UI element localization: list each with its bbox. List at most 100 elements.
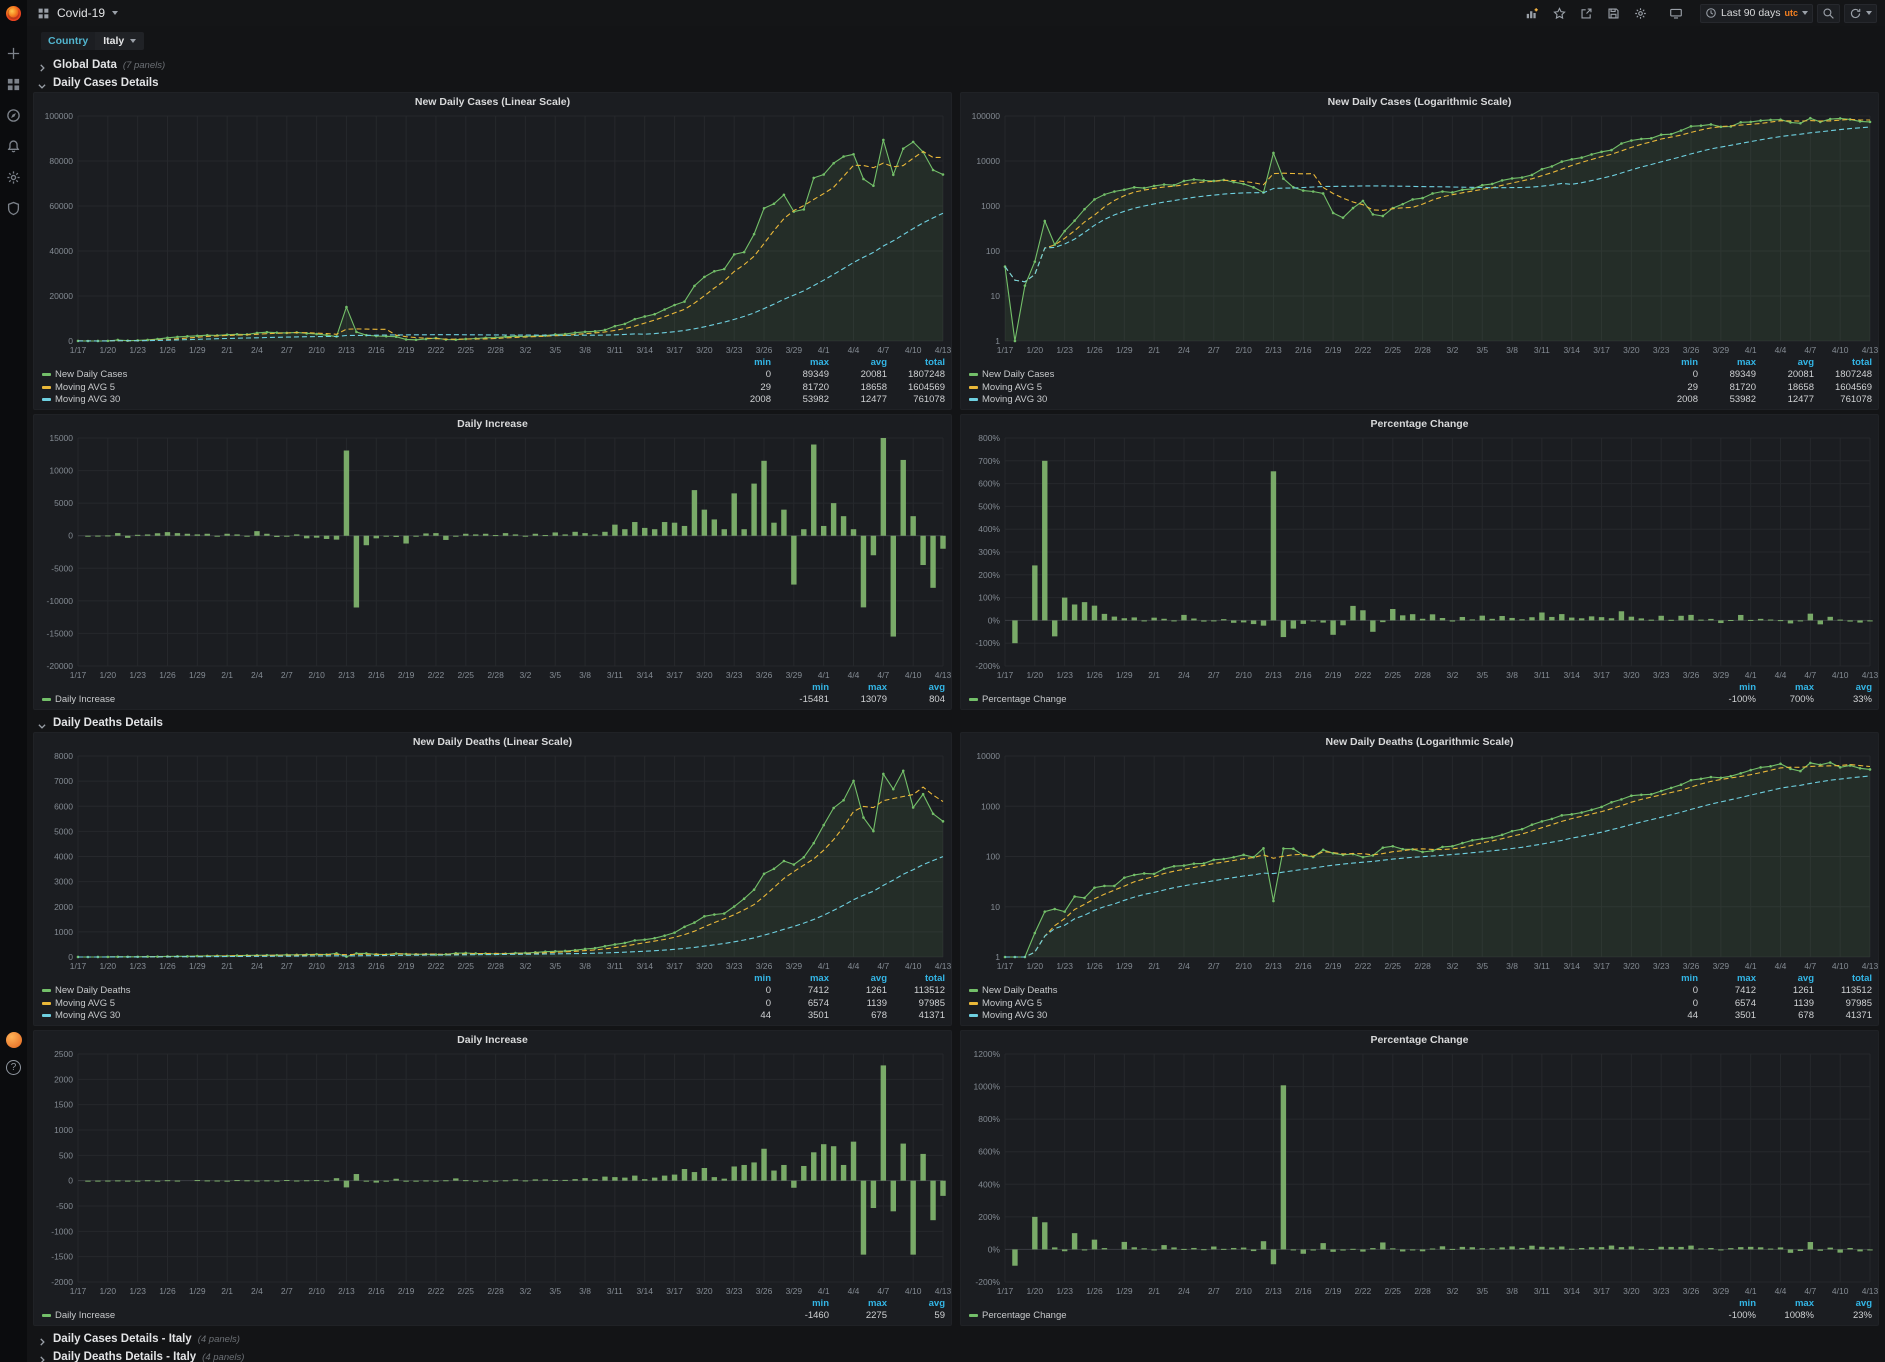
legend-color-swatch-icon (42, 989, 51, 993)
svg-text:40000: 40000 (49, 246, 73, 256)
sidebar-item-configuration[interactable] (4, 167, 24, 187)
legend-series-label[interactable]: Moving AVG 5 (969, 998, 1640, 1009)
svg-text:1/29: 1/29 (1116, 345, 1133, 355)
row-daily-cases-details[interactable]: Daily Cases Details (33, 74, 1879, 92)
svg-text:4/7: 4/7 (1804, 961, 1816, 971)
grafana-logo[interactable] (0, 0, 27, 27)
svg-text:4/13: 4/13 (1862, 345, 1878, 355)
legend-series-label[interactable]: Moving AVG 5 (42, 998, 713, 1009)
svg-text:600%: 600% (978, 479, 1000, 489)
sidebar-item-explore[interactable] (4, 105, 24, 125)
cycle-view-button[interactable] (1664, 4, 1688, 23)
legend-stat-value: 89349 (802, 369, 829, 381)
refresh-button[interactable] (1844, 3, 1877, 23)
dashboard-title[interactable]: Covid-19 (57, 6, 105, 20)
svg-text:4/1: 4/1 (818, 961, 830, 971)
panel-title[interactable]: New Daily Deaths (Linear Scale) (34, 733, 951, 750)
svg-text:4/13: 4/13 (935, 670, 951, 680)
svg-text:7000: 7000 (54, 776, 73, 786)
svg-text:400%: 400% (978, 1179, 1000, 1189)
svg-text:100000: 100000 (45, 111, 74, 121)
row-panel-count: (4 panels) (202, 1351, 245, 1362)
row-daily-deaths-details[interactable]: Daily Deaths Details (33, 714, 1879, 732)
sidebar-item-create[interactable] (4, 43, 24, 63)
panel-title[interactable]: Daily Increase (34, 415, 951, 432)
save-dashboard-button[interactable] (1602, 4, 1625, 23)
panel-title[interactable]: New Daily Cases (Linear Scale) (34, 93, 951, 110)
svg-text:2/7: 2/7 (1208, 345, 1220, 355)
legend-series-label[interactable]: New Daily Cases (42, 369, 713, 380)
legend-series-label[interactable]: New Daily Deaths (42, 985, 713, 996)
svg-text:4/4: 4/4 (1775, 670, 1787, 680)
svg-text:2/1: 2/1 (221, 670, 233, 680)
variable-value-dropdown[interactable]: Italy (95, 32, 145, 50)
legend-series-label[interactable]: Moving AVG 30 (42, 394, 713, 405)
panel-title[interactable]: Percentage Change (961, 415, 1878, 432)
svg-text:1/29: 1/29 (1116, 961, 1133, 971)
user-avatar[interactable] (5, 1032, 22, 1048)
legend-series-label[interactable]: Moving AVG 30 (42, 1010, 713, 1021)
legend-series-label[interactable]: Percentage Change (969, 1310, 1698, 1321)
svg-text:4/10: 4/10 (905, 961, 922, 971)
svg-text:1/23: 1/23 (1056, 1286, 1073, 1296)
row-panel-count: (4 panels) (197, 1333, 240, 1345)
legend-stat-value: 7412 (807, 985, 829, 997)
share-dashboard-button[interactable] (1575, 4, 1598, 23)
legend-stat-header: avg (870, 972, 887, 984)
legend-stat-value: 29 (760, 381, 771, 393)
legend-stat-value: 761078 (913, 394, 945, 406)
svg-text:2000: 2000 (54, 1074, 73, 1084)
panel-title[interactable]: Percentage Change (961, 1031, 1878, 1048)
legend-series-label[interactable]: Daily Increase (42, 1310, 771, 1321)
legend-color-swatch-icon (969, 373, 978, 377)
svg-text:3/2: 3/2 (519, 961, 531, 971)
time-picker-button[interactable]: Last 90 days utc (1699, 3, 1813, 23)
svg-text:1/29: 1/29 (189, 1286, 206, 1296)
legend-series-label[interactable]: Moving AVG 5 (42, 382, 713, 393)
panel-title[interactable]: New Daily Cases (Logarithmic Scale) (961, 93, 1878, 110)
refresh-icon (1850, 8, 1861, 18)
sidebar-item-alerting[interactable] (4, 136, 24, 156)
svg-text:3/11: 3/11 (607, 345, 623, 355)
help-icon[interactable]: ? (6, 1060, 21, 1075)
title-caret-icon[interactable] (112, 11, 119, 15)
legend-stat-header: avg (928, 681, 945, 693)
row-daily-deaths-details-italy[interactable]: Daily Deaths Details - Italy (4 panels) (33, 1348, 1879, 1362)
svg-text:2/1: 2/1 (1148, 345, 1160, 355)
sidebar-item-dashboards[interactable] (4, 74, 24, 94)
legend-stat-value: 1261 (1792, 985, 1814, 997)
legend-series-label[interactable]: Daily Increase (42, 694, 771, 705)
legend-stat-header: avg (928, 1297, 945, 1309)
sidebar-item-server-admin[interactable] (4, 198, 24, 218)
add-panel-button[interactable] (1520, 4, 1544, 23)
star-dashboard-button[interactable] (1548, 4, 1571, 23)
svg-text:2/4: 2/4 (1178, 670, 1190, 680)
dashboard-settings-button[interactable] (1629, 4, 1652, 23)
svg-text:1200%: 1200% (974, 1049, 1001, 1059)
legend-series-label[interactable]: Moving AVG 30 (969, 1010, 1640, 1021)
panel-title[interactable]: Daily Increase (34, 1031, 951, 1048)
svg-text:4/7: 4/7 (877, 345, 889, 355)
legend-series-label[interactable]: Moving AVG 5 (969, 382, 1640, 393)
svg-text:1/29: 1/29 (1116, 1286, 1133, 1296)
legend-series-label[interactable]: Moving AVG 30 (969, 394, 1640, 405)
legend-series-label[interactable]: Percentage Change (969, 694, 1698, 705)
svg-text:1/26: 1/26 (1086, 345, 1103, 355)
row-daily-cases-details-italy[interactable]: Daily Cases Details - Italy (4 panels) (33, 1330, 1879, 1348)
row-global-data[interactable]: Global Data (7 panels) (33, 56, 1879, 74)
panel-title[interactable]: New Daily Deaths (Logarithmic Scale) (961, 733, 1878, 750)
legend-series-label[interactable]: New Daily Cases (969, 369, 1640, 380)
svg-text:0: 0 (68, 952, 73, 962)
svg-text:2/13: 2/13 (338, 345, 355, 355)
svg-text:1/17: 1/17 (997, 345, 1014, 355)
refresh-interval-caret-icon (1866, 11, 1872, 15)
legend-color-swatch-icon (42, 373, 51, 377)
legend-series-label[interactable]: New Daily Deaths (969, 985, 1640, 996)
svg-text:80000: 80000 (49, 156, 73, 166)
zoom-out-button[interactable] (1817, 3, 1840, 23)
legend-stat-value: 18658 (1787, 381, 1814, 393)
legend-stat-value: 81720 (1729, 381, 1756, 393)
svg-text:3/11: 3/11 (1534, 670, 1550, 680)
legend-stat-value: 804 (929, 694, 945, 706)
legend-stat-value: 53982 (802, 394, 829, 406)
